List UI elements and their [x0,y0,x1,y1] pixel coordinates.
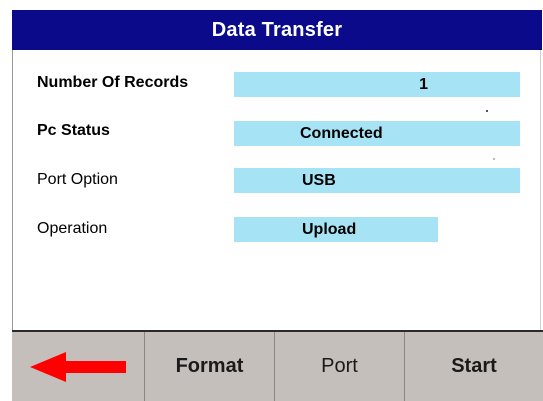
artifact-dot [493,158,495,160]
records-value: 1 [234,72,520,97]
port-option-value: USB [234,168,520,193]
format-button[interactable]: Format [145,332,275,401]
format-button-label: Format [175,355,244,377]
pc-status-value: Connected [234,121,520,146]
start-button[interactable]: Start [405,332,543,401]
port-button[interactable]: Port [275,332,405,401]
artifact-dot [486,110,488,112]
back-button[interactable] [12,332,145,401]
operation-label: Operation [37,220,108,237]
records-label: Number Of Records [37,74,189,91]
window-title: Data Transfer [12,10,542,50]
operation-value: Upload [234,217,438,242]
left-arrow-icon [30,351,126,382]
port-button-label: Port [321,355,358,377]
window-title-text: Data Transfer [211,18,343,41]
content-panel: Number Of Records 1 Pc Status Connected … [12,50,541,330]
port-option-label: Port Option [37,171,118,188]
pc-status-label: Pc Status [37,122,110,139]
start-button-label: Start [451,355,497,377]
data-transfer-screen: Data Transfer Number Of Records 1 Pc Sta… [0,0,543,401]
soft-key-bar: Format Port Start [12,330,543,401]
